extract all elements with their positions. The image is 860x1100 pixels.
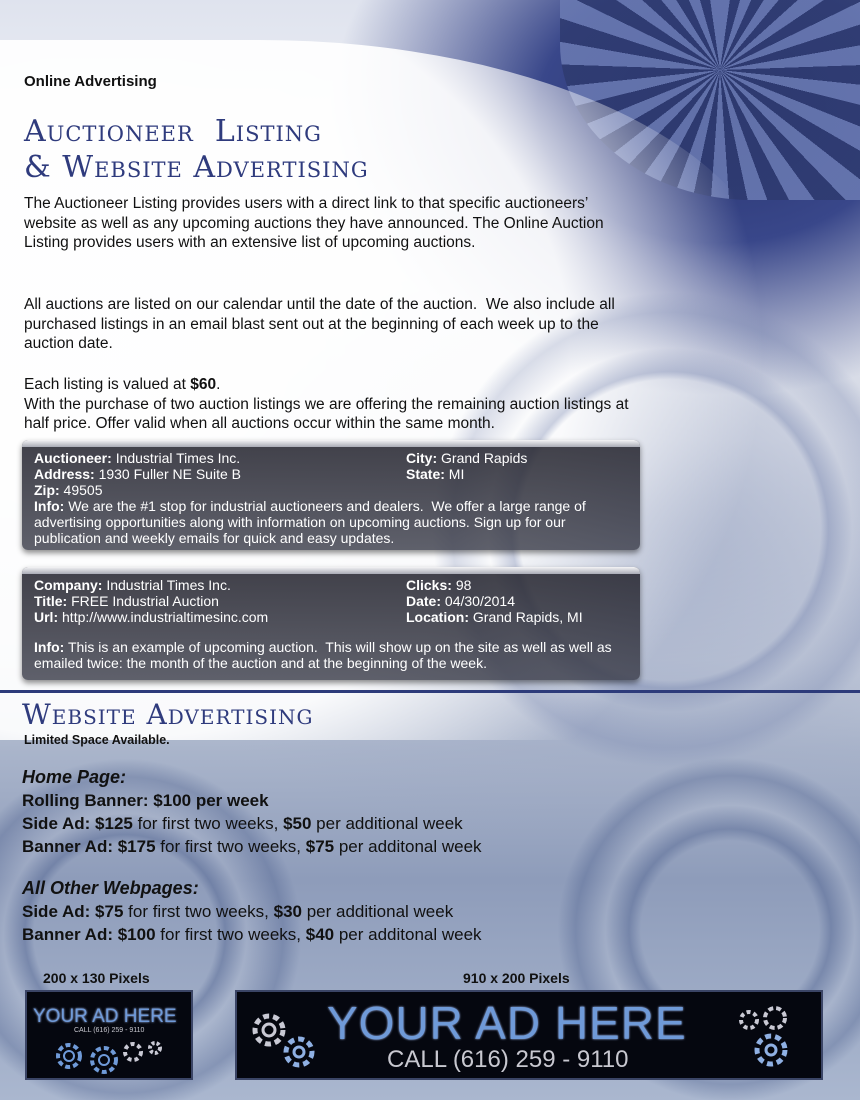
card-header-bar bbox=[22, 567, 640, 574]
zip-value: 49505 bbox=[63, 482, 103, 498]
auctioneer-name: Industrial Times Inc. bbox=[115, 450, 241, 466]
ad-phone: CALL (616) 259 - 9110 bbox=[74, 1027, 145, 1034]
field-label: Auctioneer: bbox=[34, 450, 112, 466]
price-line: Rolling Banner: $100 per week bbox=[22, 791, 269, 810]
large-ad-size-label: 910 x 200 Pixels bbox=[463, 970, 570, 986]
field-label: Address: bbox=[34, 466, 95, 482]
listing-price: $60 bbox=[190, 376, 217, 393]
page-title: Auctioneer Listing & Website Advertising bbox=[24, 114, 369, 186]
ad-title: YOUR AD HERE bbox=[327, 997, 687, 1049]
clicks-value: 98 bbox=[455, 577, 472, 593]
auction-listing-card: Company: Industrial Times Inc. Clicks: 9… bbox=[22, 567, 640, 680]
price-line: Side Ad: $75 for first two weeks, $30 pe… bbox=[22, 902, 454, 921]
date-value: 04/30/2014 bbox=[444, 593, 515, 609]
calendar-paragraph: All auctions are listed on our calendar … bbox=[24, 296, 620, 352]
url-link[interactable]: http://www.industrialtimesinc.com bbox=[62, 609, 268, 625]
intro-paragraph: The Auctioneer Listing provides users wi… bbox=[24, 195, 604, 251]
field-label: Company: bbox=[34, 577, 103, 593]
field-label: Info: bbox=[34, 639, 65, 655]
field-label: Date: bbox=[406, 593, 442, 609]
page-title-line: & Website Advertising bbox=[24, 150, 369, 185]
page-title-line: Auctioneer Listing bbox=[24, 114, 322, 149]
field-label: Clicks: bbox=[406, 577, 452, 593]
gears-icon bbox=[56, 1041, 162, 1074]
divider bbox=[0, 690, 860, 693]
ad-title: YOUR AD HERE bbox=[33, 1006, 177, 1027]
company-value: Industrial Times Inc. bbox=[106, 577, 231, 593]
field-label: Info: bbox=[34, 498, 65, 514]
pricing-text: . bbox=[216, 376, 221, 393]
state-value: MI bbox=[448, 466, 465, 482]
field-label: City: bbox=[406, 450, 438, 466]
ad-phone: CALL (616) 259 - 9110 bbox=[387, 1046, 629, 1073]
address-value: 1930 Fuller NE Suite B bbox=[98, 466, 241, 482]
pricing-text: Each listing is valued at bbox=[24, 376, 191, 393]
field-label: Zip: bbox=[34, 482, 60, 498]
field-label: Title: bbox=[34, 593, 68, 609]
field-label: Location: bbox=[406, 609, 469, 625]
gears-icon bbox=[739, 1006, 788, 1067]
auctioneer-listing-card: Auctioneer: Industrial Times Inc. City: … bbox=[22, 440, 640, 550]
home-page-pricing: Home Page: Rolling Banner: $100 per week… bbox=[22, 767, 482, 858]
home-page-heading: Home Page: bbox=[22, 767, 127, 787]
section-label: Online Advertising bbox=[24, 73, 157, 90]
website-advertising-title: Website Advertising bbox=[22, 698, 314, 731]
city-value: Grand Rapids bbox=[441, 450, 528, 466]
field-label: Url: bbox=[34, 609, 59, 625]
limited-space-note: Limited Space Available. bbox=[24, 733, 170, 747]
price-line: Banner Ad: $100 for first two weeks, $40… bbox=[22, 925, 482, 944]
other-pages-pricing: All Other Webpages: Side Ad: $75 for fir… bbox=[22, 878, 482, 946]
side-ad-sample: YOUR AD HERE CALL (616) 259 - 9110 bbox=[25, 990, 193, 1080]
price-line: Side Ad: $125 for first two weeks, $50 p… bbox=[22, 814, 463, 833]
card-header-bar bbox=[22, 440, 640, 447]
field-label: State: bbox=[406, 466, 445, 482]
info-value: This is an example of upcoming auction. … bbox=[34, 639, 616, 671]
info-value: We are the #1 stop for industrial auctio… bbox=[34, 498, 590, 546]
gears-icon bbox=[252, 1013, 315, 1068]
price-line: Banner Ad: $175 for first two weeks, $75… bbox=[22, 837, 482, 856]
page: Online Advertising Auctioneer Listing & … bbox=[0, 0, 860, 1100]
banner-ad-sample: YOUR AD HERE CALL (616) 259 - 9110 bbox=[235, 990, 823, 1080]
location-value: Grand Rapids, MI bbox=[472, 609, 583, 625]
pricing-offer: With the purchase of two auction listing… bbox=[24, 395, 629, 433]
title-value: FREE Industrial Auction bbox=[71, 593, 219, 609]
pricing-paragraph: Each listing is valued at $60. With the … bbox=[24, 375, 644, 434]
other-pages-heading: All Other Webpages: bbox=[22, 878, 199, 898]
small-ad-size-label: 200 x 130 Pixels bbox=[43, 970, 150, 986]
